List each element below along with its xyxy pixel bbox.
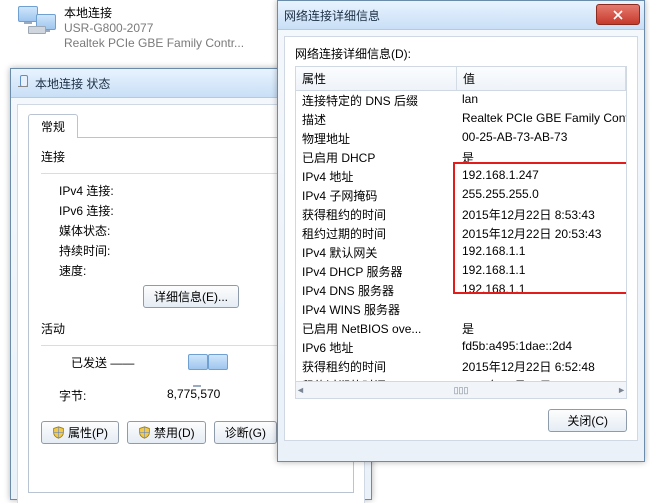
prop-cell: 已启用 NetBIOS ove... [296,319,456,338]
value-cell [456,300,626,319]
value-cell: Realtek PCIe GBE Family Contro [456,110,626,129]
disable-button[interactable]: 禁用(D) [127,421,206,444]
list-row[interactable]: 已启用 DHCP是 [296,148,626,167]
value-cell: lan [456,91,626,110]
value-cell: 2015年12月23日 6:52:48 [456,376,626,382]
details-button[interactable]: 详细信息(E)... [143,285,239,308]
adapter-network: USR-G800-2077 [64,21,244,36]
shield-icon [138,426,151,440]
value-cell: 2015年12月22日 6:52:48 [456,357,626,376]
prop-cell: IPv4 子网掩码 [296,186,456,205]
prop-cell: IPv4 地址 [296,167,456,186]
adapter-header: 本地连接 USR-G800-2077 Realtek PCIe GBE Fami… [18,6,244,51]
prop-cell: IPv4 DHCP 服务器 [296,262,456,281]
activity-icon [188,354,234,384]
prop-cell: 描述 [296,110,456,129]
prop-cell: 物理地址 [296,129,456,148]
prop-cell: 获得租约的时间 [296,357,456,376]
list-row[interactable]: IPv4 子网掩码255.255.255.0 [296,186,626,205]
prop-cell: IPv4 DNS 服务器 [296,281,456,300]
speed-label: 速度: [59,262,86,279]
list-row[interactable]: IPv4 WINS 服务器 [296,300,626,319]
col-property[interactable]: 属性 [296,67,457,90]
value-cell: 192.168.1.1 [456,262,626,281]
bytes-label: 字节: [59,387,86,404]
prop-cell: IPv4 WINS 服务器 [296,300,456,319]
shield-icon [52,426,65,440]
value-cell: 192.168.1.1 [456,281,626,300]
prop-cell: 连接特定的 DNS 后缀 [296,91,456,110]
value-cell: 00-25-AB-73-AB-73 [456,129,626,148]
list-row[interactable]: 获得租约的时间2015年12月22日 8:53:43 [296,205,626,224]
prop-cell: 获得租约的时间 [296,205,456,224]
adapter-device: Realtek PCIe GBE Family Contr... [64,36,244,51]
value-cell: 2015年12月22日 20:53:43 [456,224,626,243]
media-state-label: 媒体状态: [59,222,110,239]
list-row[interactable]: 物理地址00-25-AB-73-AB-73 [296,129,626,148]
details-list-header[interactable]: 属性 值 [295,66,627,91]
list-row[interactable]: IPv4 地址192.168.1.247 [296,167,626,186]
list-row[interactable]: 获得租约的时间2015年12月22日 6:52:48 [296,357,626,376]
value-cell: 192.168.1.247 [456,167,626,186]
list-row[interactable]: 已启用 NetBIOS ove...是 [296,319,626,338]
ipv6-conn-label: IPv6 连接: [59,202,114,219]
details-close-button[interactable]: 关闭(C) [548,409,627,432]
adapter-icon [18,6,56,36]
details-titlebar[interactable]: 网络连接详细信息 [278,1,644,30]
scroll-left-icon[interactable]: ◄ [296,385,305,395]
details-dialog: 网络连接详细信息 网络连接详细信息(D): 属性 值 连接特定的 DNS 后缀l… [277,0,645,462]
details-list[interactable]: 连接特定的 DNS 后缀lan描述Realtek PCIe GBE Family… [295,91,627,382]
list-row[interactable]: IPv6 地址fd5b:a495:1dae::2d4 [296,338,626,357]
value-cell: 是 [456,148,626,167]
prop-cell: IPv4 默认网关 [296,243,456,262]
prop-cell: 租约过期的时间 [296,224,456,243]
ipv4-conn-label: IPv4 连接: [59,182,114,199]
list-row[interactable]: 描述Realtek PCIe GBE Family Contro [296,110,626,129]
value-cell: 2015年12月22日 8:53:43 [456,205,626,224]
list-row[interactable]: IPv4 DHCP 服务器192.168.1.1 [296,262,626,281]
properties-button[interactable]: 属性(P) [41,421,119,444]
duration-label: 持续时间: [59,242,110,259]
sent-label: 已发送 —— [71,354,134,384]
list-row[interactable]: 租约过期的时间2015年12月22日 20:53:43 [296,224,626,243]
bytes-sent-value: 8,775,570 [167,387,220,404]
value-cell: 是 [456,319,626,338]
value-cell: 192.168.1.1 [456,243,626,262]
scroll-right-icon[interactable]: ► [617,385,626,395]
value-cell: 255.255.255.0 [456,186,626,205]
diagnose-button[interactable]: 诊断(G) [214,421,277,444]
col-value[interactable]: 值 [457,67,626,90]
prop-cell: IPv6 地址 [296,338,456,357]
adapter-name: 本地连接 [64,6,244,21]
horizontal-scrollbar[interactable]: ◄ ▯▯▯ ► [295,382,627,399]
list-row[interactable]: IPv4 默认网关192.168.1.1 [296,243,626,262]
status-title: 本地连接 状态 [35,75,110,92]
value-cell: fd5b:a495:1dae::2d4 [456,338,626,357]
list-row[interactable]: IPv4 DNS 服务器192.168.1.1 [296,281,626,300]
list-row[interactable]: 租约过期的时间2015年12月23日 6:52:48 [296,376,626,382]
close-icon[interactable] [596,4,640,25]
prop-cell: 已启用 DHCP [296,148,456,167]
details-heading: 网络连接详细信息(D): [295,45,627,62]
status-title-icon [17,75,29,91]
tab-general[interactable]: 常规 [28,114,78,138]
details-title: 网络连接详细信息 [284,7,380,24]
list-row[interactable]: 连接特定的 DNS 后缀lan [296,91,626,110]
prop-cell: 租约过期的时间 [296,376,456,382]
